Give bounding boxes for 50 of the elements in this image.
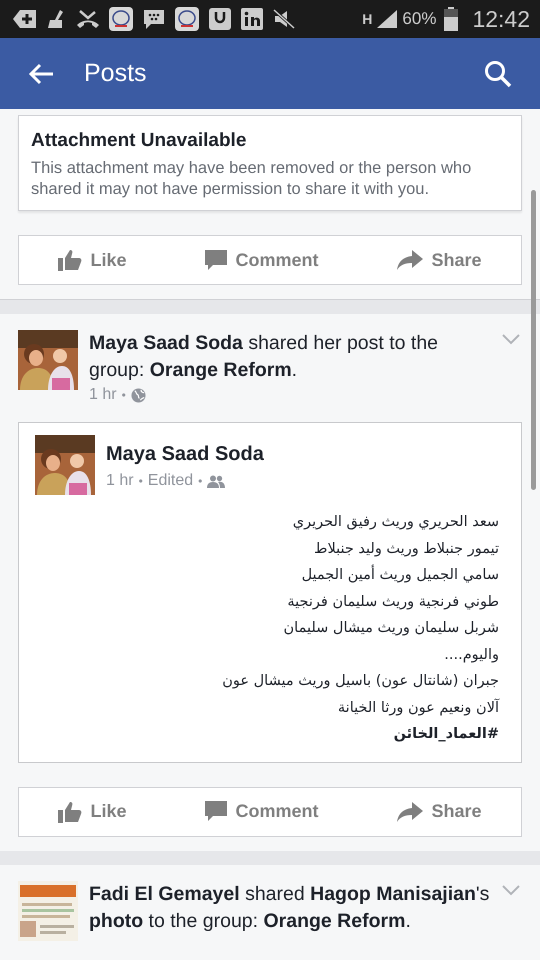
add-icon xyxy=(12,8,38,30)
share-arrow-icon xyxy=(397,250,424,270)
post-text-line: سامي الجميل وريث أمين الجميل xyxy=(35,562,499,588)
mute-icon xyxy=(272,8,296,30)
search-icon[interactable] xyxy=(484,60,512,88)
comment-button[interactable]: Comment xyxy=(195,244,328,276)
separator-dot: • xyxy=(122,388,126,402)
thumbs-up-icon xyxy=(58,800,82,822)
post-text-line: جبران (شانتال عون) باسيل وريث ميشال عون xyxy=(221,672,499,691)
missed-call-icon xyxy=(76,8,100,30)
share-button[interactable]: Share xyxy=(387,795,492,828)
page-title: Posts xyxy=(84,59,148,88)
share-button[interactable]: Share xyxy=(387,244,492,276)
attachment-title: Attachment Unavailable xyxy=(31,130,248,152)
app-icon xyxy=(108,6,134,32)
network-type: H xyxy=(362,11,372,27)
app-icon xyxy=(174,6,200,32)
comment-button[interactable]: Comment xyxy=(195,795,328,828)
battery-icon xyxy=(444,7,458,31)
author-name[interactable]: Maya Saad Soda xyxy=(106,443,264,466)
post-time: 1 hr xyxy=(89,386,117,404)
post-time: 1 hr xyxy=(106,472,134,490)
thumbs-up-icon xyxy=(58,249,82,271)
post-text-line: شربل سليمان وريث ميشال سليمان xyxy=(282,619,499,638)
post-text-line: تيمور جنبلاط وريث وليد جنبلاط xyxy=(313,540,499,558)
friends-icon xyxy=(207,474,226,488)
battery-percent: 60% xyxy=(402,9,436,29)
comment-icon xyxy=(205,801,228,822)
post-text-line: آلان ونعيم عون ورثا الخيانة xyxy=(336,698,499,718)
post-headline: Fadi El Gemayel shared Hagop Manisajian's photo to the group: Orange Reform. xyxy=(89,882,490,934)
post-text-line: سعد الحريري وريث رفيق الحريري xyxy=(292,513,499,532)
separator-dot: • xyxy=(198,474,202,488)
clock: 12:42 xyxy=(472,6,530,32)
separator-dot: • xyxy=(138,474,143,488)
post-headline: Maya Saad Soda shared her post to the group: Orange Reform. xyxy=(89,331,440,383)
post-text-line: #العماد_الخائن xyxy=(392,725,499,744)
chat-bubble-icon xyxy=(142,8,166,30)
network-logo-icon xyxy=(240,7,264,31)
back-arrow-icon[interactable] xyxy=(28,62,54,84)
bag-icon xyxy=(208,7,232,31)
like-button[interactable]: Like xyxy=(48,794,137,828)
share-arrow-icon xyxy=(397,802,424,822)
globe-icon xyxy=(130,388,146,402)
like-button[interactable]: Like xyxy=(48,243,137,277)
comment-icon xyxy=(205,250,228,270)
signal-icon xyxy=(376,9,398,29)
post-text-line: واليوم.... xyxy=(443,646,499,664)
edited-label: Edited xyxy=(148,472,194,490)
post-text-line: طوني فرنجية وريث سليمان فرنجية xyxy=(286,592,499,612)
attachment-message: This attachment may have been removed or the person who shared it may not have permission to share it with you. xyxy=(31,158,472,200)
